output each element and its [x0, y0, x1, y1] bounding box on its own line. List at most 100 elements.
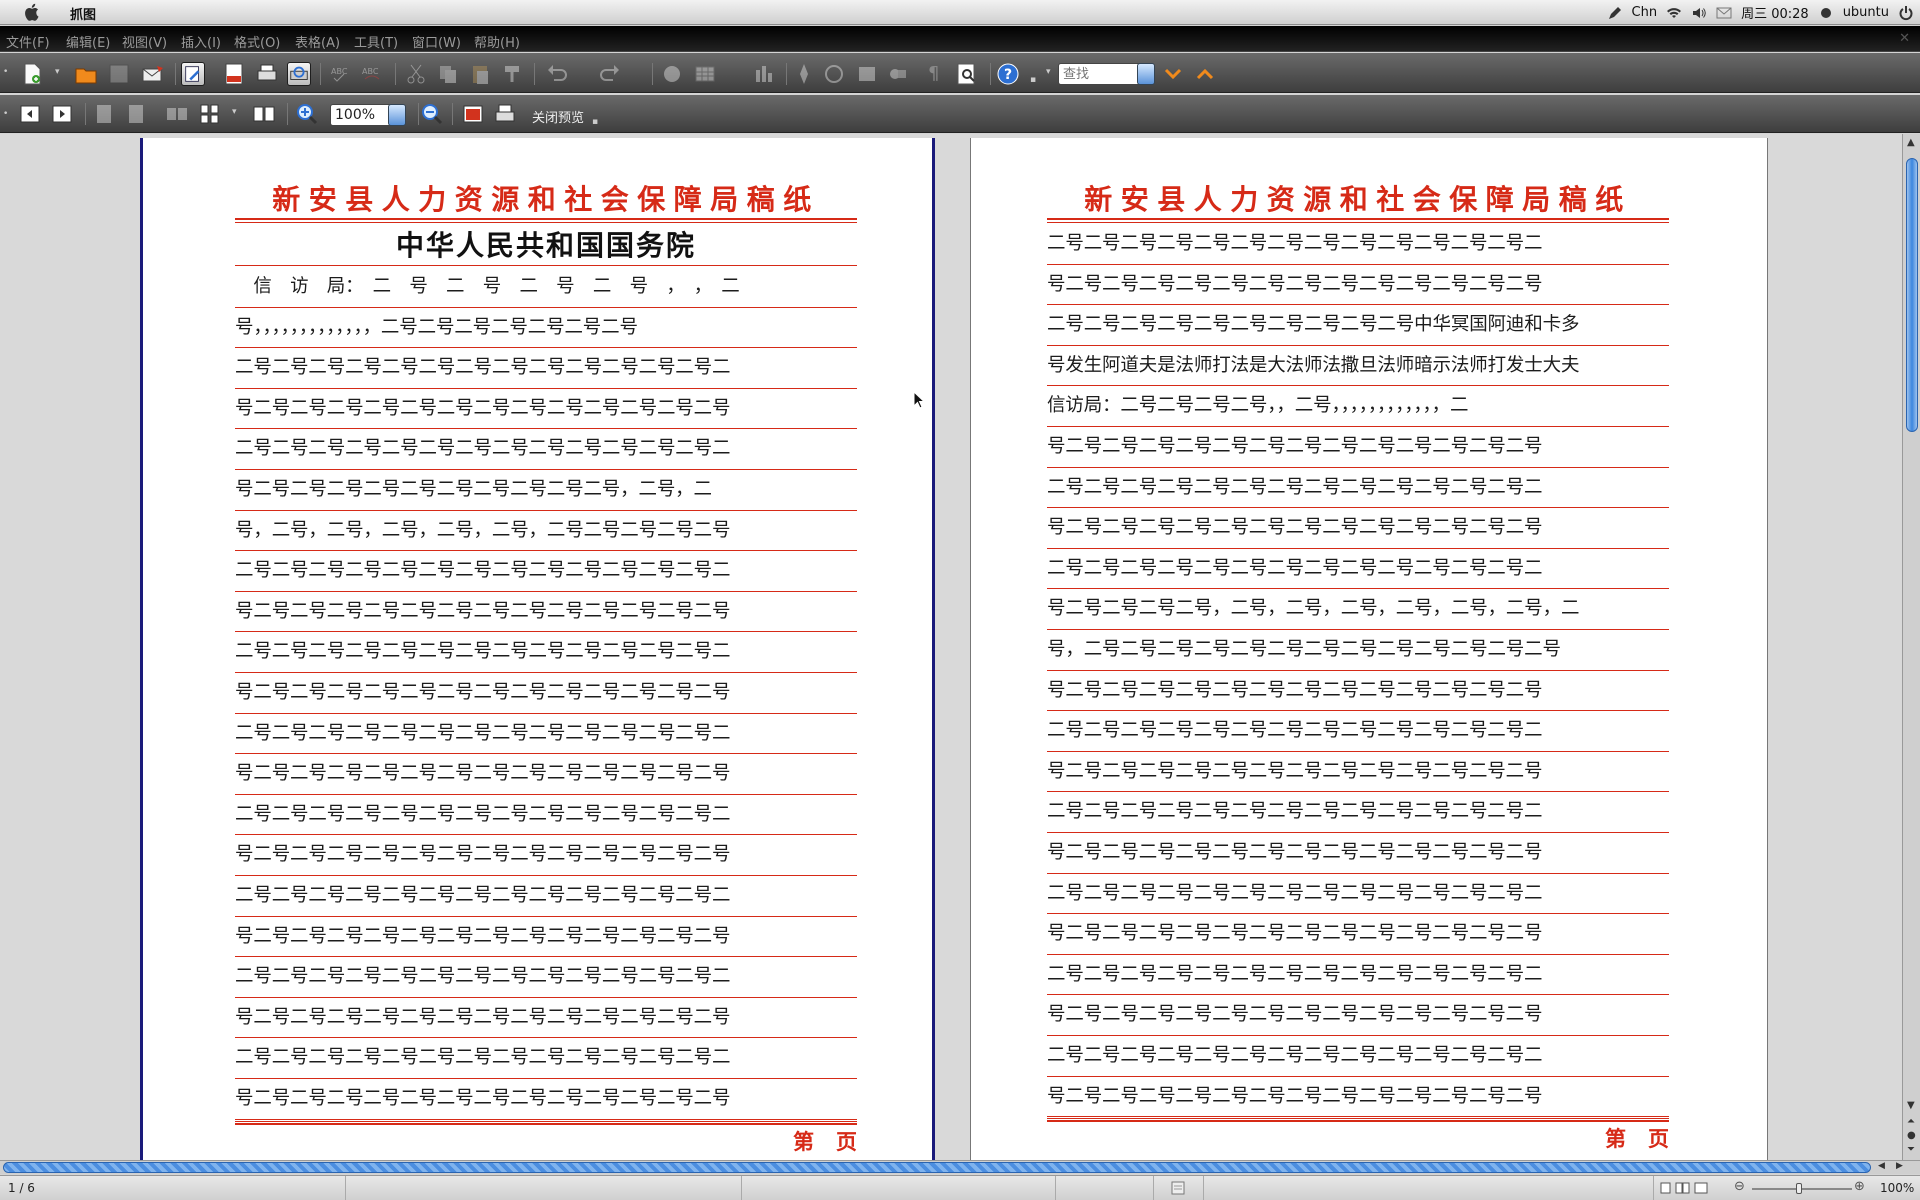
horizontal-scrollbar[interactable]: ◀ ▶ [0, 1160, 1920, 1174]
previous-page-scroll-icon[interactable]: ⏶ [1907, 1116, 1915, 1127]
status-cell-style[interactable] [346, 1176, 742, 1200]
status-cell-signature[interactable] [1204, 1176, 1654, 1200]
zoom-out-small-icon[interactable]: ⊖ [1734, 1179, 1745, 1194]
close-preview-button[interactable]: 关闭预览 [532, 107, 584, 126]
multi-page-icon[interactable] [198, 102, 222, 126]
document-preview-area[interactable]: 新安县人力资源和社会保障局稿纸 中华人民共和国国务院 信 访 局： 二 号 二 … [0, 134, 1902, 1160]
toolbar-grip-icon-3[interactable]: • [3, 109, 8, 119]
cut-icon[interactable] [404, 62, 428, 86]
menu-table[interactable]: 表格(A) [295, 32, 340, 51]
next-page-scroll-icon[interactable]: ⏷ [1907, 1144, 1915, 1155]
zoom-slider[interactable] [1752, 1188, 1852, 1190]
wifi-icon[interactable] [1666, 5, 1682, 21]
menu-file[interactable]: 文件(F) [6, 32, 50, 51]
zoom-in-icon[interactable] [295, 102, 319, 126]
first-page-icon[interactable] [92, 102, 116, 126]
menu-format[interactable]: 格式(O) [234, 32, 280, 51]
gallery-icon[interactable] [822, 62, 846, 86]
menu-window[interactable]: 窗口(W) [412, 32, 461, 51]
print-preview-icon[interactable] [287, 62, 311, 86]
chart-insert-icon[interactable] [752, 62, 776, 86]
find-replace-icon[interactable] [955, 62, 979, 86]
menu-insert[interactable]: 插入(I) [181, 32, 221, 51]
toolbar-grip-icon-2[interactable]: ▾ [1046, 67, 1051, 77]
paper-text-line: 号二号二号二号二号二号二号二号二号二号二号，二号，二 [235, 470, 857, 511]
status-cell-insert-mode[interactable] [1056, 1176, 1154, 1200]
save-icon[interactable] [107, 62, 131, 86]
find-next-icon[interactable] [1164, 66, 1182, 82]
zoom-spin-icon[interactable] [388, 104, 406, 126]
page-2[interactable]: 新安县人力资源和社会保障局稿纸 二号二号二号二号二号二号二号二号二号二号二号二号… [970, 138, 1768, 1160]
volume-icon[interactable] [1691, 5, 1707, 21]
toolbar-grip-icon[interactable]: • [3, 67, 8, 77]
full-screen-icon[interactable] [461, 102, 485, 126]
menu-help[interactable]: 帮助(H) [474, 32, 520, 51]
find-previous-icon[interactable] [1196, 66, 1214, 82]
status-cell-selection[interactable] [1154, 1176, 1204, 1200]
paste-icon[interactable] [468, 62, 492, 86]
input-method-indicator[interactable]: Chn [1632, 5, 1658, 20]
table-insert-icon[interactable] [693, 62, 717, 86]
zoom-slider-thumb[interactable] [1796, 1183, 1802, 1194]
scroll-left-icon[interactable]: ◀ [1878, 1161, 1885, 1171]
paper-text-line: 二号二号二号二号二号二号二号二号二号二号二号二号二号二 [1047, 468, 1669, 509]
view-layout-icon[interactable] [1660, 1182, 1708, 1194]
undo-icon[interactable] [545, 62, 569, 86]
spellcheck-icon[interactable]: ABC [329, 62, 353, 86]
page-1[interactable]: 新安县人力资源和社会保障局稿纸 中华人民共和国国务院 信 访 局： 二 号 二 … [140, 138, 935, 1160]
menu-edit[interactable]: 编辑(E) [66, 32, 110, 51]
vertical-scrollbar[interactable]: ▲ ▼ ⏶ ● ⏷ [1902, 134, 1920, 1160]
datasources-icon[interactable] [855, 62, 879, 86]
mail-icon[interactable] [1716, 5, 1732, 21]
chevron-down-icon-2[interactable]: ▾ [232, 107, 237, 117]
open-icon[interactable] [74, 62, 98, 86]
hyperlink-icon[interactable] [660, 62, 684, 86]
zoom-in-small-icon[interactable]: ⊕ [1854, 1179, 1865, 1194]
pilcrow-icon[interactable]: ¶ [928, 63, 939, 84]
search-input[interactable] [1058, 63, 1148, 85]
zoom-percent[interactable]: 100% [1880, 1181, 1914, 1195]
book-preview-icon[interactable] [252, 102, 276, 126]
previous-page-icon[interactable] [18, 102, 42, 126]
zoom-input[interactable] [330, 104, 392, 126]
pen-icon[interactable] [1607, 5, 1623, 21]
print-page-view-icon[interactable] [493, 102, 517, 126]
menu-tools[interactable]: 工具(T) [354, 32, 398, 51]
zoom-out-icon[interactable] [420, 102, 444, 126]
format-paintbrush-icon[interactable] [500, 62, 524, 86]
mail-send-icon[interactable] [141, 62, 165, 86]
horizontal-scroll-thumb[interactable] [3, 1162, 1871, 1173]
page-jump-icon[interactable]: ● [1907, 1130, 1916, 1141]
scroll-right-icon[interactable]: ▶ [1896, 1161, 1903, 1171]
scroll-up-icon[interactable]: ▲ [1907, 137, 1915, 148]
menu-view[interactable]: 视图(V) [122, 32, 167, 51]
search-dropdown-icon[interactable] [1137, 63, 1155, 85]
two-pages-icon[interactable] [165, 102, 189, 126]
next-page-icon[interactable] [50, 102, 74, 126]
active-app-name[interactable]: 抓图 [70, 4, 96, 23]
pdf-icon[interactable] [222, 62, 246, 86]
clock[interactable]: 周三 00:28 [1741, 3, 1809, 22]
vertical-scroll-thumb[interactable] [1906, 158, 1918, 432]
close-icon[interactable]: ✕ [1899, 31, 1910, 46]
help-icon[interactable]: ? [996, 62, 1020, 86]
document-modified-icon[interactable] [1170, 1181, 1186, 1195]
page-indicator[interactable]: 1 / 6 [8, 1181, 35, 1195]
apple-icon[interactable] [24, 3, 41, 21]
scroll-down-icon[interactable]: ▼ [1907, 1100, 1915, 1111]
toolbar-overflow-icon[interactable]: ▪ [1030, 75, 1036, 85]
draw-icon[interactable] [886, 62, 910, 86]
print-icon[interactable] [255, 62, 279, 86]
copy-icon[interactable] [436, 62, 460, 86]
new-doc-icon[interactable] [20, 62, 44, 86]
power-icon[interactable] [1898, 5, 1914, 21]
status-cell-language[interactable] [742, 1176, 1056, 1200]
redo-icon[interactable] [598, 62, 622, 86]
chevron-down-icon[interactable]: ▾ [55, 67, 60, 77]
user-name[interactable]: ubuntu [1843, 5, 1889, 20]
auto-spellcheck-icon[interactable]: ABC [360, 62, 384, 86]
edit-mode-icon[interactable] [181, 62, 205, 86]
navigator-icon[interactable] [792, 62, 816, 86]
toolbar-overflow-icon-2[interactable]: ▪ [592, 117, 598, 127]
last-page-icon[interactable] [124, 102, 148, 126]
